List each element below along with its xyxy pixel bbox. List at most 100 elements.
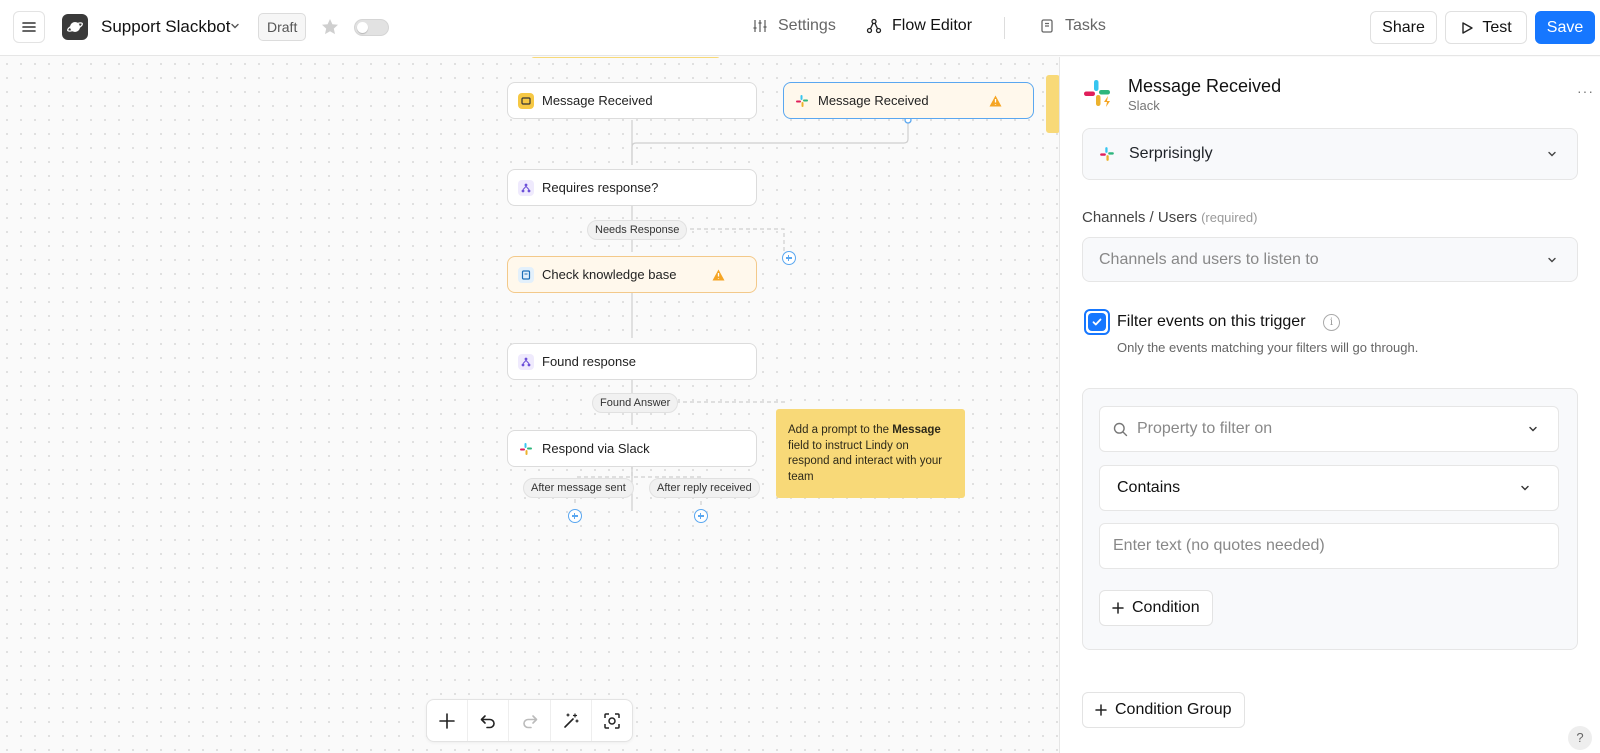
channels-label-text: Channels / Users [1082, 209, 1198, 226]
node-label: Message Received [818, 93, 929, 108]
knowledge-icon [518, 266, 534, 283]
test-label: Test [1482, 18, 1512, 36]
account-select[interactable]: Serprisingly [1082, 128, 1578, 180]
condition-icon [518, 353, 534, 370]
node-message-received-trigger[interactable]: Message Received [507, 82, 757, 119]
value-input[interactable]: Enter text (no quotes needed) [1099, 523, 1559, 569]
warning-icon [712, 269, 725, 281]
channels-placeholder: Channels and users to listen to [1099, 250, 1319, 268]
node-respond-via-slack[interactable]: Respond via Slack [507, 430, 757, 467]
app-logo [62, 14, 88, 40]
chevron-down-icon [1521, 485, 1529, 491]
auto-layout-button[interactable] [551, 700, 592, 741]
add-condition-button[interactable]: Condition [1099, 590, 1213, 626]
plus-icon [1095, 704, 1107, 716]
filter-help-text: Only the events matching your filters wi… [1117, 340, 1419, 355]
node-requires-response[interactable]: Requires response? [507, 169, 757, 206]
share-label: Share [1382, 18, 1425, 36]
test-button[interactable]: Test [1445, 11, 1527, 44]
trigger-icon [518, 92, 534, 109]
menu-button[interactable] [13, 11, 45, 43]
condition-icon [518, 179, 534, 196]
book-icon [1041, 19, 1053, 33]
branch-label-after-reply-received[interactable]: After reply received [649, 478, 760, 498]
more-options-icon[interactable]: ··· [1577, 83, 1594, 99]
flow-icon [866, 18, 882, 34]
add-node-button[interactable] [427, 700, 469, 741]
save-button[interactable]: Save [1535, 11, 1595, 44]
node-label: Message Received [542, 93, 653, 108]
info-icon[interactable]: i [1323, 314, 1340, 331]
add-step-icon[interactable] [694, 509, 708, 523]
tab-flow-editor-label: Flow Editor [892, 17, 973, 34]
property-select[interactable]: Property to filter on [1099, 406, 1559, 452]
slack-icon [518, 441, 534, 457]
star-icon[interactable] [320, 17, 340, 37]
node-label: Check knowledge base [542, 267, 677, 282]
slack-icon [794, 93, 810, 109]
account-value: Serprisingly [1129, 145, 1213, 162]
value-placeholder: Enter text (no quotes needed) [1113, 537, 1325, 554]
undo-icon [480, 714, 496, 728]
channels-select[interactable]: Channels and users to listen to [1082, 237, 1578, 282]
add-step-icon[interactable] [568, 509, 582, 523]
sticky-note-text: field to instruct Lindy on respond and i… [788, 439, 943, 483]
node-found-response[interactable]: Found response [507, 343, 757, 380]
add-step-icon[interactable] [782, 251, 796, 265]
sticky-note-bold: Message [892, 424, 941, 436]
canvas-toolbar [426, 699, 633, 742]
panel-title: Message Received [1128, 76, 1282, 96]
sticky-note-text: Add a prompt to the [788, 424, 893, 436]
node-message-received-slack[interactable]: Message Received [783, 82, 1034, 119]
sliders-icon [753, 20, 767, 32]
branch-label-after-message-sent[interactable]: After message sent [523, 478, 634, 498]
check-icon [1092, 318, 1102, 326]
chevron-down-icon[interactable] [229, 20, 241, 32]
play-icon [1462, 21, 1474, 34]
add-condition-group-button[interactable]: Condition Group [1082, 692, 1245, 728]
plus-icon [1112, 602, 1124, 614]
property-placeholder: Property to filter on [1137, 420, 1273, 437]
tab-flow-editor[interactable]: Flow Editor [866, 17, 972, 35]
top-bar: Support Slackbot Draft Settings Flow Edi… [0, 0, 1600, 56]
operator-value: Contains [1117, 479, 1181, 496]
flow-canvas[interactable]: Message Received Message Received Requir… [0, 57, 1059, 753]
sticky-note[interactable]: Add a prompt to the Message field to ins… [776, 409, 965, 498]
tab-settings[interactable]: Settings [752, 17, 836, 35]
filter-events-label[interactable]: Filter events on this trigger [1117, 313, 1306, 331]
chevron-down-icon [1548, 151, 1556, 157]
branch-label-needs-response[interactable]: Needs Response [587, 220, 688, 240]
node-label: Found response [542, 354, 636, 369]
branch-label-found-answer[interactable]: Found Answer [592, 393, 679, 413]
required-label: (required) [1201, 210, 1258, 225]
status-badge: Draft [258, 13, 307, 41]
active-toggle[interactable] [354, 19, 389, 36]
node-check-knowledge-base[interactable]: Check knowledge base [507, 256, 757, 293]
share-button[interactable]: Share [1370, 11, 1437, 44]
chevron-down-icon [1529, 426, 1537, 432]
add-condition-label: Condition [1132, 599, 1200, 616]
slack-icon [1100, 147, 1114, 161]
tab-divider [1004, 17, 1005, 39]
channels-label: Channels / Users (required) [1082, 209, 1257, 226]
operator-select[interactable]: Contains [1099, 465, 1559, 511]
save-label: Save [1546, 18, 1584, 36]
redo-icon [522, 714, 537, 728]
filter-condition-group: Property to filter on Contains Enter tex… [1082, 388, 1578, 650]
redo-button[interactable] [509, 700, 551, 741]
fit-view-button[interactable] [592, 700, 632, 741]
warning-icon [989, 95, 1002, 107]
panel-subtitle: Slack [1128, 98, 1160, 113]
hamburger-icon [22, 22, 36, 32]
tab-tasks[interactable]: Tasks [1039, 17, 1106, 35]
filter-events-checkbox[interactable] [1084, 309, 1110, 335]
app-title[interactable]: Support Slackbot [101, 17, 230, 37]
node-label: Requires response? [542, 180, 659, 195]
tab-settings-label: Settings [778, 17, 836, 34]
chevron-down-icon [1548, 257, 1556, 262]
add-condition-group-label: Condition Group [1115, 701, 1232, 718]
help-button[interactable]: ? [1568, 726, 1592, 750]
undo-button[interactable] [468, 700, 510, 741]
properties-panel: Message Received Slack ··· Serprisingly … [1059, 57, 1600, 753]
magic-icon [563, 712, 579, 728]
